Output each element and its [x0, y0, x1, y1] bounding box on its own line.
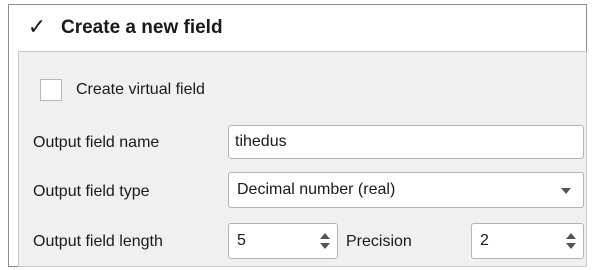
- spin-up-icon[interactable]: [320, 233, 330, 239]
- output-field-name-label: Output field name: [33, 134, 160, 151]
- spin-up-icon[interactable]: [566, 233, 576, 239]
- spin-down-icon[interactable]: [566, 243, 576, 249]
- virtual-field-checkbox[interactable]: [40, 79, 62, 101]
- output-field-length-value: 5: [237, 232, 246, 249]
- output-field-type-value: Decimal number (real): [237, 181, 396, 198]
- output-field-length-spinbox[interactable]: 5: [228, 223, 338, 259]
- virtual-field-label: Create virtual field: [76, 81, 205, 98]
- spin-divider: [317, 240, 333, 241]
- spin-divider: [563, 240, 579, 241]
- output-field-type-combobox[interactable]: Decimal number (real): [228, 172, 584, 208]
- chevron-down-icon[interactable]: [561, 188, 571, 194]
- group-header[interactable]: ✓ Create a new field: [9, 5, 586, 51]
- group-enable-checkbox[interactable]: ✓: [25, 15, 49, 39]
- spin-buttons[interactable]: [561, 224, 583, 258]
- precision-label: Precision: [346, 233, 412, 250]
- precision-value: 2: [480, 232, 489, 249]
- output-field-name-input[interactable]: tihedus: [228, 125, 584, 159]
- create-field-groupbox: ✓ Create a new field Create virtual fiel…: [8, 4, 587, 267]
- group-body: Create virtual field Output field name t…: [18, 51, 587, 267]
- group-title: Create a new field: [61, 17, 223, 38]
- spin-buttons[interactable]: [315, 224, 337, 258]
- precision-spinbox[interactable]: 2: [471, 223, 584, 259]
- spin-down-icon[interactable]: [320, 243, 330, 249]
- output-field-length-label: Output field length: [33, 233, 163, 250]
- output-field-type-label: Output field type: [33, 183, 150, 200]
